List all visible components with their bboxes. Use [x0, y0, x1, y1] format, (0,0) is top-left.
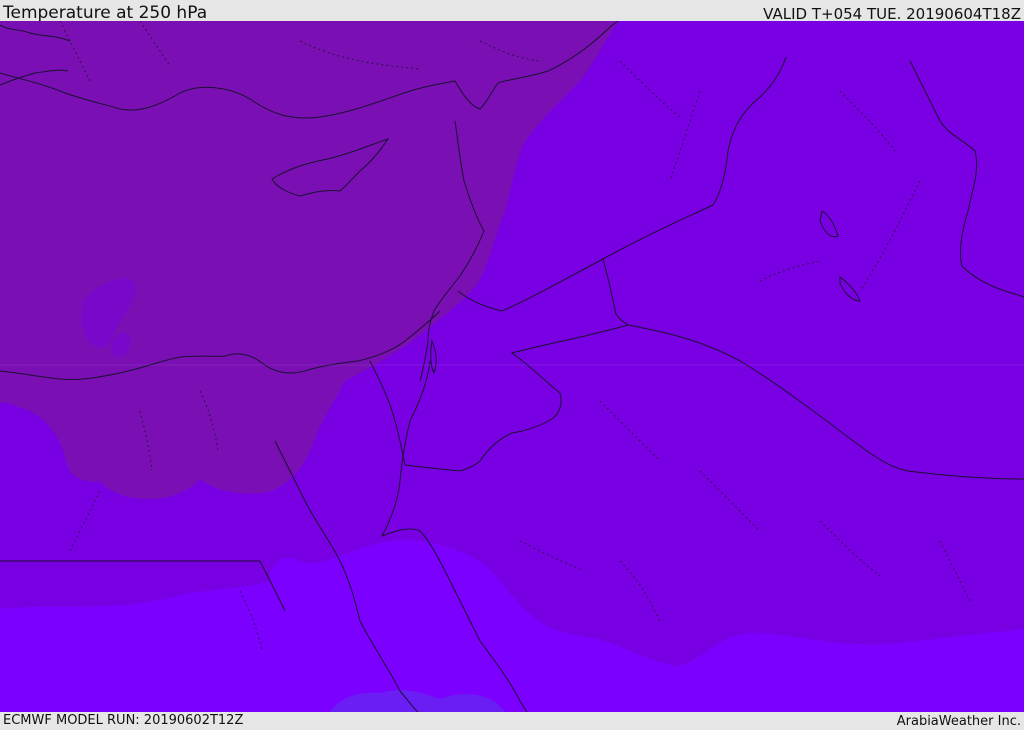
temperature-map-canvas: [0, 21, 1024, 712]
map-header: Temperature at 250 hPa VALID T+054 TUE. …: [0, 0, 1024, 23]
map-footer: ECMWF MODEL RUN: 20190602T12Z ArabiaWeat…: [0, 712, 1024, 729]
map-title: Temperature at 250 hPa: [3, 3, 208, 23]
weather-map: [0, 21, 1024, 712]
model-run-label: ECMWF MODEL RUN: 20190602T12Z: [3, 713, 244, 728]
credit-label: ArabiaWeather Inc.: [896, 714, 1021, 729]
